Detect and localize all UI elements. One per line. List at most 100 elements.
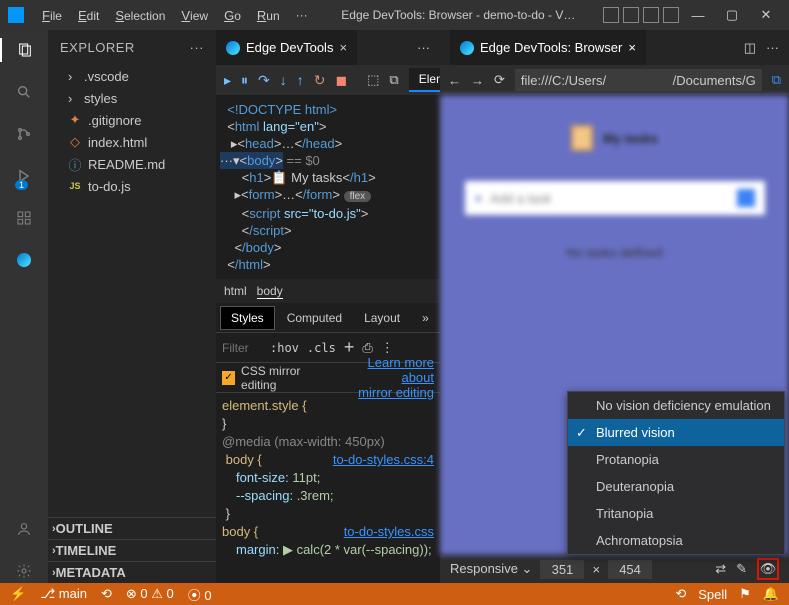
- file-tree: ›.vscode ›styles ✦.gitignore ◇index.html…: [48, 65, 216, 517]
- cls-button[interactable]: .cls: [307, 341, 336, 355]
- wand-icon[interactable]: ✎: [736, 561, 747, 577]
- timeline-section[interactable]: › TIMELINE: [48, 539, 216, 561]
- outline-section[interactable]: › OUTLINE: [48, 517, 216, 539]
- add-task-input[interactable]: + Add a task: [465, 181, 765, 215]
- menu-file[interactable]: File: [36, 6, 68, 25]
- tree-file-todojs[interactable]: JSto-do.js: [52, 175, 216, 197]
- tree-file-readme[interactable]: ⓘREADME.md: [52, 153, 216, 175]
- vision-emulation-button[interactable]: 👁: [757, 558, 779, 580]
- menu-run[interactable]: Run: [251, 6, 286, 25]
- titlebar: File Edit Selection View Go Run ··· Edge…: [0, 0, 789, 30]
- rotate-icon[interactable]: ⇄: [715, 561, 726, 577]
- step-over-icon[interactable]: ↷: [258, 72, 270, 89]
- prettier-icon[interactable]: ⚑: [739, 586, 751, 602]
- maximize-button[interactable]: ▢: [717, 7, 747, 23]
- menu-selection[interactable]: Selection: [109, 6, 171, 25]
- height-input[interactable]: 454: [608, 560, 652, 579]
- menu-go[interactable]: Go: [218, 6, 247, 25]
- metadata-section[interactable]: › METADATA: [48, 561, 216, 583]
- minimize-button[interactable]: —: [683, 8, 713, 23]
- responsive-dropdown[interactable]: Responsive ⌄: [450, 561, 532, 577]
- stop-icon[interactable]: ◼: [336, 72, 348, 89]
- tab-computed[interactable]: Computed: [277, 307, 352, 329]
- reload-icon[interactable]: ⟳: [494, 72, 505, 88]
- vision-protanopia[interactable]: Protanopia: [568, 446, 784, 473]
- tree-folder-vscode[interactable]: ›.vscode: [52, 65, 216, 87]
- explorer-icon[interactable]: [0, 38, 48, 62]
- devtools-launch-icon[interactable]: ⧉: [772, 72, 781, 88]
- spell-indicator[interactable]: Spell: [698, 587, 727, 602]
- tab-styles[interactable]: Styles: [220, 306, 275, 330]
- close-icon[interactable]: ×: [628, 40, 636, 55]
- more-icon[interactable]: ···: [766, 40, 779, 56]
- inspect-icon[interactable]: ⬚: [367, 72, 379, 88]
- dom-tree[interactable]: <!DOCTYPE html> <html lang="en"> ▸<head>…: [216, 95, 440, 279]
- tree-file-gitignore[interactable]: ✦.gitignore: [52, 109, 216, 131]
- css-source-link2[interactable]: to-do-styles.css: [344, 523, 434, 541]
- feedback-icon[interactable]: ⟲: [675, 586, 686, 602]
- close-icon[interactable]: ×: [339, 40, 347, 55]
- bell-icon[interactable]: 🔔: [763, 586, 779, 602]
- menu-view[interactable]: View: [175, 6, 214, 25]
- hov-button[interactable]: :hov: [270, 341, 299, 355]
- more-filter-icon[interactable]: ⋮: [381, 340, 394, 356]
- step-out-icon[interactable]: ↑: [297, 72, 304, 88]
- device-icon[interactable]: ⧉: [389, 72, 398, 88]
- status-bar: ⚡ ⎇ main ⟲ ⊗ 0 ⚠ 0 ⦿ 0 ⟲ Spell ⚑ 🔔: [0, 583, 789, 605]
- pause-icon[interactable]: ⏸: [241, 72, 248, 89]
- url-bar[interactable]: file:///C:/Users//Documents/G: [515, 69, 762, 91]
- vision-blurred[interactable]: ✓Blurred vision: [568, 419, 784, 446]
- css-source-link[interactable]: to-do-styles.css:4: [333, 451, 434, 469]
- vision-achromatopsia[interactable]: Achromatopsia: [568, 527, 784, 554]
- vision-deficiency-menu: No vision deficiency emulation ✓Blurred …: [567, 391, 785, 555]
- tree-folder-styles[interactable]: ›styles: [52, 87, 216, 109]
- branch-indicator[interactable]: ⎇ main: [40, 586, 87, 602]
- browser-tab[interactable]: Edge DevTools: Browser ×: [450, 30, 646, 65]
- tab-devtools[interactable]: Edge DevTools ×: [216, 30, 357, 65]
- tab-label: Edge DevTools: [246, 40, 333, 55]
- browser-panel: Edge DevTools: Browser × ◫ ··· ← → ⟳ fil…: [440, 30, 789, 583]
- bc-body[interactable]: body: [257, 284, 283, 299]
- tab-more-icon[interactable]: ···: [407, 40, 440, 55]
- source-control-icon[interactable]: [12, 122, 36, 146]
- tree-file-index[interactable]: ◇index.html: [52, 131, 216, 153]
- css-rules[interactable]: element.style { } @media (max-width: 450…: [216, 393, 440, 583]
- mirror-checkbox[interactable]: ✓: [222, 371, 235, 385]
- restart-icon[interactable]: ↻: [314, 72, 326, 89]
- empty-text: No tasks defined: [566, 245, 663, 260]
- radio-icon[interactable]: ⦿ 0: [188, 585, 212, 604]
- settings-icon[interactable]: [12, 559, 36, 583]
- width-input[interactable]: 351: [540, 560, 584, 579]
- menu-more[interactable]: ···: [290, 6, 314, 24]
- extensions-icon[interactable]: [12, 206, 36, 230]
- forward-icon[interactable]: →: [471, 73, 484, 88]
- split-icon[interactable]: ◫: [744, 40, 756, 56]
- continue-icon[interactable]: ▸: [224, 72, 231, 89]
- search-icon[interactable]: [12, 80, 36, 104]
- edge-icon[interactable]: [12, 248, 36, 272]
- vision-none[interactable]: No vision deficiency emulation: [568, 392, 784, 419]
- tab-layout[interactable]: Layout: [354, 307, 410, 329]
- vision-deuteranopia[interactable]: Deuteranopia: [568, 473, 784, 500]
- sync-icon[interactable]: ⟲: [101, 586, 112, 602]
- tab-more-icon[interactable]: »: [412, 307, 439, 329]
- back-icon[interactable]: ←: [448, 73, 461, 88]
- print-icon[interactable]: ⎙: [362, 340, 372, 356]
- remote-icon[interactable]: ⚡: [10, 586, 26, 602]
- explorer-more-icon[interactable]: ···: [190, 40, 205, 55]
- edge-tab-icon: [226, 41, 240, 55]
- step-into-icon[interactable]: ↓: [280, 72, 287, 88]
- run-debug-icon[interactable]: 1: [12, 164, 36, 188]
- layout-icons[interactable]: [603, 7, 679, 23]
- account-icon[interactable]: [12, 517, 36, 541]
- devtools-panel: Edge DevTools × ··· ▸ ⏸ ↷ ↓ ↑ ↻ ◼ ⬚ ⧉ El…: [216, 30, 440, 583]
- menu-edit[interactable]: Edit: [72, 6, 105, 25]
- edge-browser-icon: [460, 41, 474, 55]
- close-button[interactable]: ✕: [751, 7, 781, 23]
- problems-indicator[interactable]: ⊗ 0 ⚠ 0: [126, 586, 174, 602]
- filter-input[interactable]: [222, 341, 262, 355]
- vision-tritanopia[interactable]: Tritanopia: [568, 500, 784, 527]
- bc-html[interactable]: html: [224, 284, 247, 298]
- debug-badge: 1: [15, 180, 28, 190]
- submit-icon[interactable]: [737, 189, 755, 207]
